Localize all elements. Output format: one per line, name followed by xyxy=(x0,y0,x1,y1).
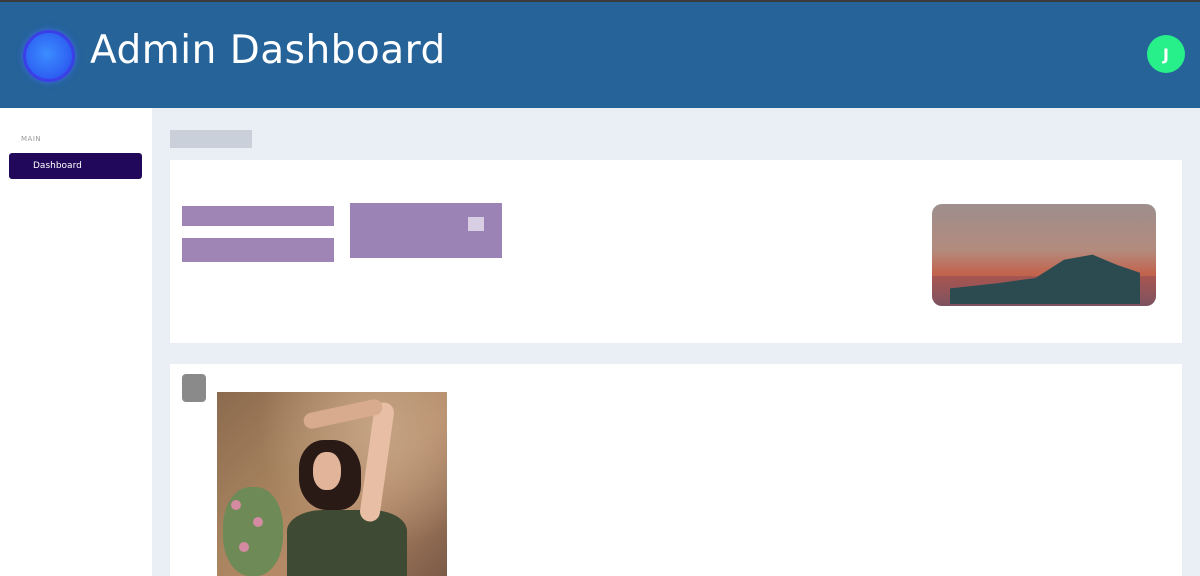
app-title: Admin Dashboard xyxy=(90,28,446,73)
sidebar-item-3[interactable] xyxy=(9,218,142,244)
photo-person-body xyxy=(287,510,407,576)
square-icon xyxy=(468,217,484,231)
stat-pill-2[interactable] xyxy=(182,238,334,262)
main-content xyxy=(152,108,1200,576)
photo-person-face xyxy=(313,452,341,490)
sidebar-section-main: MAIN xyxy=(21,135,42,143)
photo-flower xyxy=(239,542,249,552)
top-bar: Admin Dashboard J xyxy=(0,0,1200,108)
post-card xyxy=(170,364,1182,576)
sidebar-item-dashboard[interactable]: Dashboard xyxy=(9,153,142,179)
user-avatar[interactable]: J xyxy=(1147,35,1185,73)
sidebar-item-2[interactable] xyxy=(9,186,142,212)
sidebar: MAIN Dashboard xyxy=(0,108,152,576)
photo-flower xyxy=(253,517,263,527)
sidebar-item-4[interactable] xyxy=(9,285,142,311)
page-title xyxy=(170,130,252,148)
app-logo-icon[interactable] xyxy=(23,30,75,82)
landscape-thumbnail[interactable] xyxy=(932,204,1156,306)
post-author-avatar[interactable] xyxy=(182,374,206,402)
sidebar-item-8[interactable] xyxy=(9,414,142,440)
summary-card xyxy=(170,160,1182,343)
sidebar-item-5[interactable] xyxy=(9,317,142,343)
sidebar-item-6[interactable] xyxy=(9,349,142,375)
stat-pill-large[interactable] xyxy=(350,203,502,258)
sidebar-item-7[interactable] xyxy=(9,381,142,407)
stat-pill-1[interactable] xyxy=(182,206,334,226)
photo-flower xyxy=(231,500,241,510)
post-photo[interactable] xyxy=(217,392,447,576)
